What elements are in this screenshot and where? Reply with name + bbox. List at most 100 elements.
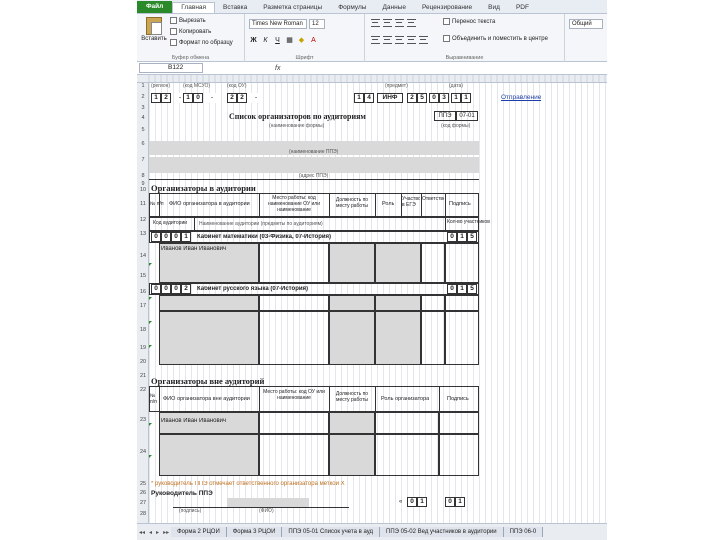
region-digit-1[interactable]: 1 [151, 93, 161, 103]
date-digit-5[interactable]: 1 [451, 93, 461, 103]
merge-center-button[interactable]: Объединить и поместить в центре [443, 35, 548, 42]
aud1-count-2[interactable]: 1 [457, 232, 467, 242]
aud1-org1-position[interactable] [329, 243, 375, 283]
outside-org1-role[interactable] [375, 412, 439, 434]
sign-month-1[interactable]: 0 [445, 497, 455, 507]
outside-org2-workplace[interactable] [259, 434, 329, 476]
date-digit-1[interactable]: 2 [407, 93, 417, 103]
row-header[interactable]: 23 [137, 417, 149, 423]
aud2-org1-responsible[interactable] [421, 295, 445, 311]
row-header[interactable]: 10 [137, 187, 149, 193]
sheet-nav-next-icon[interactable]: ▸ [154, 529, 161, 536]
outside-org2-role[interactable] [375, 434, 439, 476]
format-painter-button[interactable]: Формат по образцу [170, 39, 233, 46]
sheet-tab-ppe0502[interactable]: ППЭ 05-02 Вед участников в аудитории [380, 527, 504, 537]
return-link[interactable]: Отправление [501, 94, 541, 101]
row-header[interactable]: 13 [137, 231, 149, 237]
row-header[interactable]: 4 [137, 115, 149, 121]
borders-icon[interactable]: ▦ [285, 36, 294, 45]
aud2-digit-4[interactable]: 2 [181, 284, 191, 294]
name-box[interactable]: B122 [139, 63, 203, 73]
outside-org1-signature[interactable] [439, 412, 479, 434]
row-header[interactable]: 11 [137, 201, 149, 207]
row-header[interactable]: 20 [137, 359, 149, 365]
ou-digit-2[interactable]: 2 [237, 93, 247, 103]
row-header[interactable]: 12 [137, 217, 149, 223]
align-left-icon[interactable] [371, 36, 380, 44]
region-digit-2[interactable]: 2 [161, 93, 171, 103]
outside-org1-position[interactable] [329, 412, 375, 434]
font-size-select[interactable]: 12 [309, 19, 325, 29]
sheet-tab-form3[interactable]: Форма 3 РЦОИ [226, 527, 283, 537]
tab-review[interactable]: Рецензирование [414, 3, 480, 13]
row-header[interactable]: 17 [137, 303, 149, 309]
ppe-address-field[interactable] [149, 157, 479, 173]
aud2-count-2[interactable]: 1 [457, 284, 467, 294]
sign-month-2[interactable]: 1 [455, 497, 465, 507]
row-header[interactable]: 18 [137, 327, 149, 333]
underline-icon[interactable]: Ч [273, 36, 282, 45]
date-digit-3[interactable]: 0 [429, 93, 439, 103]
sheet-nav-prev-icon[interactable]: ◂ [147, 529, 154, 536]
aud1-org1-signature[interactable] [445, 243, 479, 283]
align-bottom-icon[interactable] [395, 19, 404, 27]
aud2-org2-responsible[interactable] [421, 311, 445, 365]
indent-icon[interactable] [407, 36, 416, 44]
aud2-org2-fio[interactable] [159, 311, 259, 365]
tab-insert[interactable]: Вставка [215, 3, 255, 13]
row-header[interactable]: 16 [137, 289, 149, 295]
row-header[interactable]: 7 [137, 157, 149, 163]
aud1-org1-workplace[interactable] [259, 243, 329, 283]
row-header[interactable]: 25 [137, 481, 149, 487]
aud2-digit-1[interactable]: 0 [151, 284, 161, 294]
font-family-select[interactable]: Times New Roman [249, 19, 307, 29]
row-header[interactable]: 28 [137, 511, 149, 517]
aud2-digit-2[interactable]: 0 [161, 284, 171, 294]
sheet-tab-form2[interactable]: Форма 2 РЦОИ [171, 527, 227, 537]
aud2-org1-signature[interactable] [445, 295, 479, 311]
date-digit-2[interactable]: 5 [417, 93, 427, 103]
subject-code[interactable]: ИНФ [377, 93, 403, 103]
subject-digit-2[interactable]: 4 [364, 93, 374, 103]
row-header[interactable]: 3 [137, 105, 149, 111]
mouo-digit-1[interactable]: 1 [183, 93, 193, 103]
tab-file[interactable]: Файл [137, 1, 173, 13]
sheet-nav-first-icon[interactable]: ◂◂ [137, 529, 147, 536]
tab-page-layout[interactable]: Разметка страницы [255, 3, 330, 13]
aud2-org2-signature[interactable] [445, 311, 479, 365]
tab-formulas[interactable]: Формулы [330, 3, 374, 13]
aud1-digit-2[interactable]: 0 [161, 232, 171, 242]
align-top-icon[interactable] [371, 19, 380, 27]
align-middle-icon[interactable] [383, 19, 392, 27]
align-right-icon[interactable] [395, 36, 404, 44]
date-digit-4[interactable]: 3 [439, 93, 449, 103]
subject-digit-1[interactable]: 1 [354, 93, 364, 103]
aud2-digit-3[interactable]: 0 [171, 284, 181, 294]
aud2-org1-workplace[interactable] [259, 295, 329, 311]
fill-color-icon[interactable]: ◆ [297, 36, 306, 45]
head-signature-field[interactable] [227, 498, 309, 507]
outside-org2-fio[interactable] [159, 434, 259, 476]
copy-button[interactable]: Копировать [170, 28, 211, 35]
aud1-digit-1[interactable]: 0 [151, 232, 161, 242]
sign-day-2[interactable]: 1 [417, 497, 427, 507]
aud1-count-3[interactable]: 5 [467, 232, 477, 242]
outdent-icon[interactable] [419, 36, 428, 44]
aud2-org2-workplace[interactable] [259, 311, 329, 365]
aud1-digit-4[interactable]: 1 [181, 232, 191, 242]
row-header[interactable]: 26 [137, 490, 149, 496]
mouo-digit-2[interactable]: 0 [193, 93, 203, 103]
row-header[interactable]: 14 [137, 253, 149, 259]
aud1-digit-3[interactable]: 0 [171, 232, 181, 242]
aud2-org2-role[interactable] [375, 311, 421, 365]
ou-digit-1[interactable]: 2 [227, 93, 237, 103]
date-digit-6[interactable]: 1 [461, 93, 471, 103]
row-header[interactable]: 27 [137, 500, 149, 506]
bold-icon[interactable]: Ж [249, 36, 258, 45]
aud1-org1-role[interactable] [375, 243, 421, 283]
sheet-nav-last-icon[interactable]: ▸▸ [161, 529, 171, 536]
aud1-count-1[interactable]: 0 [447, 232, 457, 242]
row-header[interactable]: 19 [137, 345, 149, 351]
aud2-org1-role[interactable] [375, 295, 421, 311]
aud2-org2-position[interactable] [329, 311, 375, 365]
